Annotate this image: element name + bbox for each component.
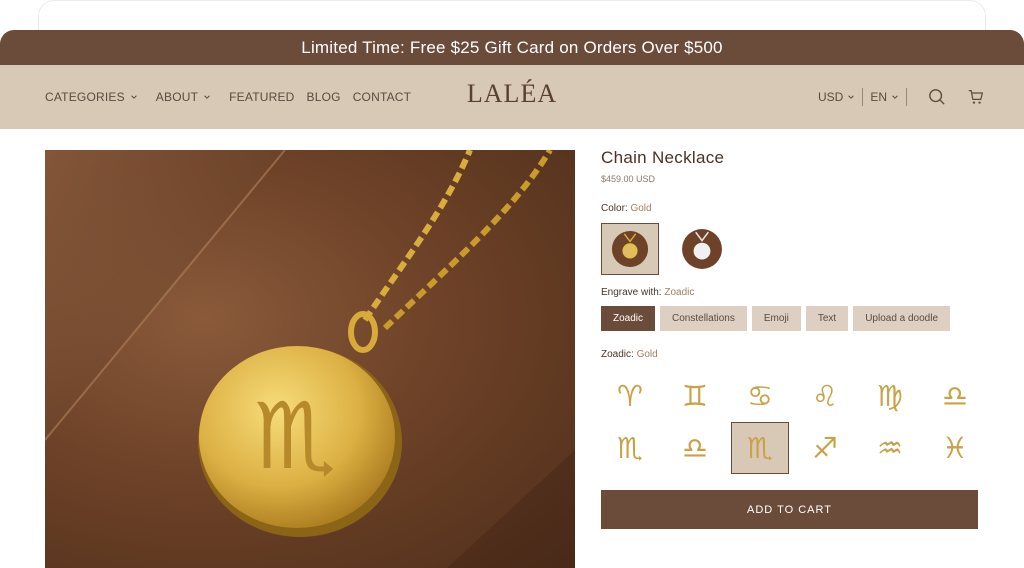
nav-categories[interactable]: CATEGORIES <box>45 90 138 104</box>
announcement-text: Limited Time: Free $25 Gift Card on Orde… <box>301 37 723 57</box>
zodiac-cancer-icon[interactable]: ♋ <box>731 370 789 422</box>
gold-swatch-thumbnail <box>611 230 649 268</box>
search-icon <box>929 89 945 105</box>
zodiac-libra-icon-2[interactable]: ♎ <box>666 422 724 474</box>
zodiac-scorpio-icon[interactable]: ♏ <box>601 422 659 474</box>
store-window: Limited Time: Free $25 Gift Card on Orde… <box>0 30 1024 568</box>
color-selected-value: Gold <box>630 203 652 214</box>
engrave-selected-value: Zoadic <box>664 287 695 298</box>
header-actions: USD EN <box>818 65 984 129</box>
nav-featured-label: FEATURED <box>229 90 295 104</box>
necklace-photo-illustration: ♏ <box>45 150 575 568</box>
zodiac-sagittarius-icon[interactable]: ♐ <box>796 422 854 474</box>
zodiac-aquarius-icon[interactable]: ♒ <box>861 422 919 474</box>
silver-swatch-thumbnail <box>682 229 722 269</box>
divider <box>862 88 864 106</box>
color-option-label: Color: Gold <box>601 203 981 214</box>
divider <box>906 88 907 106</box>
language-selector[interactable]: EN <box>870 90 899 104</box>
chevron-down-icon <box>204 95 210 99</box>
zodiac-pisces-icon[interactable]: ♓ <box>926 422 984 474</box>
engrave-label-text: Engrave with: <box>601 287 662 298</box>
engrave-option-text[interactable]: Text <box>805 306 849 331</box>
zodiac-scorpio-icon-selected[interactable]: ♏ <box>731 422 789 474</box>
zodiac-gemini-icon[interactable]: ♊ <box>666 370 724 422</box>
product-title: Chain Necklace <box>601 148 725 167</box>
main-nav: CATEGORIES ABOUT FEATURED BLOG CONTACT <box>45 90 411 104</box>
zodiac-option-label: Zoadic: Gold <box>601 349 981 360</box>
nav-blog-label: BLOG <box>306 90 341 104</box>
language-label: EN <box>870 90 887 104</box>
color-swatches <box>601 223 981 275</box>
cart-icon <box>968 90 983 104</box>
nav-contact-label: CONTACT <box>352 90 412 104</box>
color-swatch-gold[interactable] <box>601 223 659 275</box>
engrave-options: Zoadic Constellations Emoji Text Upload … <box>601 306 981 331</box>
svg-text:♏: ♏ <box>254 383 336 490</box>
engrave-option-emoji[interactable]: Emoji <box>751 306 801 331</box>
nav-featured[interactable]: FEATURED <box>229 90 294 104</box>
nav-about[interactable]: ABOUT <box>156 90 211 104</box>
nav-about-label: ABOUT <box>155 90 199 104</box>
engrave-option-label: Engrave with: Zoadic <box>601 287 981 298</box>
product-price: $459.00 USD <box>601 174 656 184</box>
nav-categories-label: CATEGORIES <box>45 90 125 104</box>
zodiac-grid: ♈ ♊ ♋ ♌ ♍ ♎ ♏ ♎ ♏ ♐ ♒ ♓ <box>601 370 981 474</box>
chevron-down-icon <box>848 95 855 99</box>
zodiac-leo-icon[interactable]: ♌ <box>796 370 854 422</box>
zodiac-aries-icon[interactable]: ♈ <box>601 370 659 422</box>
announcement-bar: Limited Time: Free $25 Gift Card on Orde… <box>0 30 1024 65</box>
site-header: CATEGORIES ABOUT FEATURED BLOG CONTACT L… <box>0 65 1024 129</box>
nav-blog[interactable]: BLOG <box>307 90 341 104</box>
zodiac-libra-icon[interactable]: ♎ <box>926 370 984 422</box>
nav-contact[interactable]: CONTACT <box>353 90 412 104</box>
engrave-option-zoadic[interactable]: Zoadic <box>601 306 656 331</box>
engrave-option-constellations[interactable]: Constellations <box>660 306 747 331</box>
chevron-down-icon <box>131 95 137 99</box>
zodiac-label-text: Zoadic: <box>601 349 634 360</box>
cart-button[interactable] <box>968 89 984 105</box>
color-label-text: Color: <box>601 203 628 214</box>
currency-selector[interactable]: USD <box>818 90 855 104</box>
search-button[interactable] <box>928 88 946 106</box>
engrave-option-upload-doodle[interactable]: Upload a doodle <box>853 306 951 331</box>
product-photo[interactable]: ♏ <box>45 150 575 568</box>
brand-logo[interactable]: LALÉA <box>467 79 557 109</box>
product-info: Chain Necklace $459.00 USD Color: Gold E… <box>601 148 981 529</box>
chevron-down-icon <box>892 95 898 99</box>
zodiac-virgo-icon[interactable]: ♍ <box>861 370 919 422</box>
currency-label: USD <box>817 90 844 104</box>
color-swatch-silver[interactable] <box>673 223 731 275</box>
zodiac-selected-value: Gold <box>636 349 658 360</box>
add-to-cart-button[interactable]: ADD TO CART <box>601 490 978 529</box>
